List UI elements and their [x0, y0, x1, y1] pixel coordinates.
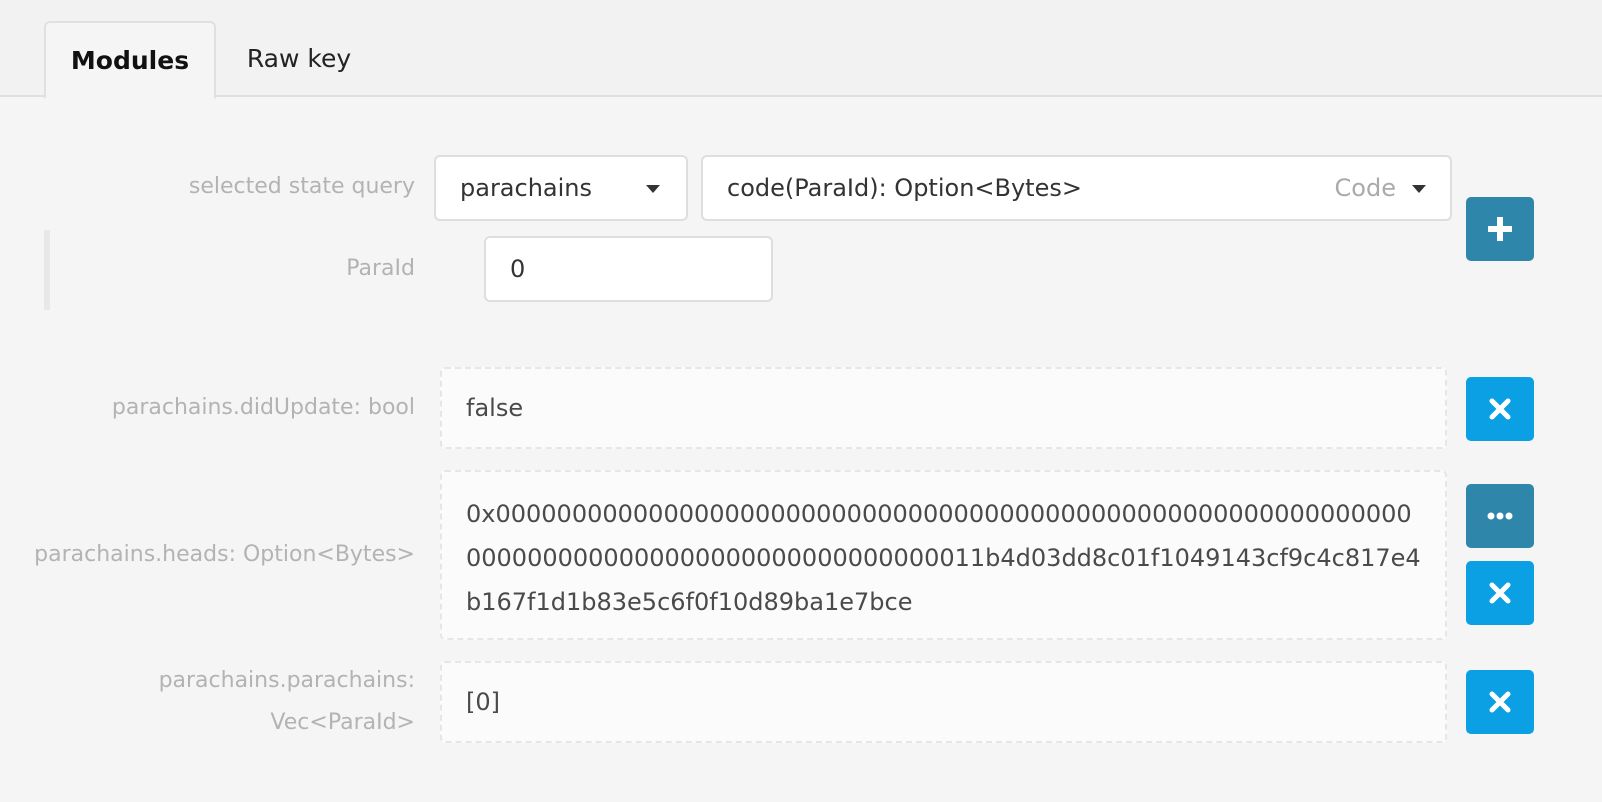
chevron-down-icon — [1412, 185, 1426, 193]
remove-query-button[interactable] — [1466, 670, 1534, 734]
result-label-line2: Vec<ParaId> — [270, 710, 415, 735]
remove-query-button[interactable] — [1466, 377, 1534, 441]
module-select-value: parachains — [460, 174, 593, 202]
tab-raw-key[interactable]: Raw key — [216, 21, 382, 99]
storage-page: Modules Raw key selected state query par… — [0, 0, 1602, 802]
tab-bar: Modules Raw key — [0, 0, 1602, 99]
chevron-down-icon — [646, 185, 660, 193]
result-value: false — [440, 367, 1447, 449]
result-label: parachains.heads: Option<Bytes> — [34, 542, 415, 567]
plus-icon — [1488, 217, 1512, 241]
result-value: 0x00000000000000000000000000000000000000… — [440, 470, 1447, 640]
result-label: parachains.didUpdate: bool — [111, 395, 415, 420]
result-value: [0] — [440, 661, 1447, 743]
result-label-line1: parachains.parachains: — [158, 668, 415, 693]
method-select-value: code(ParaId): Option<Bytes> — [727, 174, 1082, 202]
close-icon — [1489, 398, 1511, 420]
expand-value-button[interactable] — [1466, 484, 1534, 548]
param-input[interactable]: 0 — [484, 236, 773, 302]
remove-query-button[interactable] — [1466, 561, 1534, 625]
param-label: ParaId — [346, 256, 415, 281]
add-query-button[interactable] — [1466, 197, 1534, 261]
param-indent-bar — [44, 230, 50, 310]
method-select[interactable]: code(ParaId): Option<Bytes> Code — [701, 155, 1452, 221]
module-select[interactable]: parachains — [434, 155, 688, 221]
method-select-hint: Code — [1334, 174, 1396, 202]
selected-state-query-label: selected state query — [188, 174, 415, 199]
ellipsis-icon — [1487, 512, 1513, 520]
close-icon — [1489, 691, 1511, 713]
tab-modules[interactable]: Modules — [44, 21, 216, 99]
close-icon — [1489, 582, 1511, 604]
